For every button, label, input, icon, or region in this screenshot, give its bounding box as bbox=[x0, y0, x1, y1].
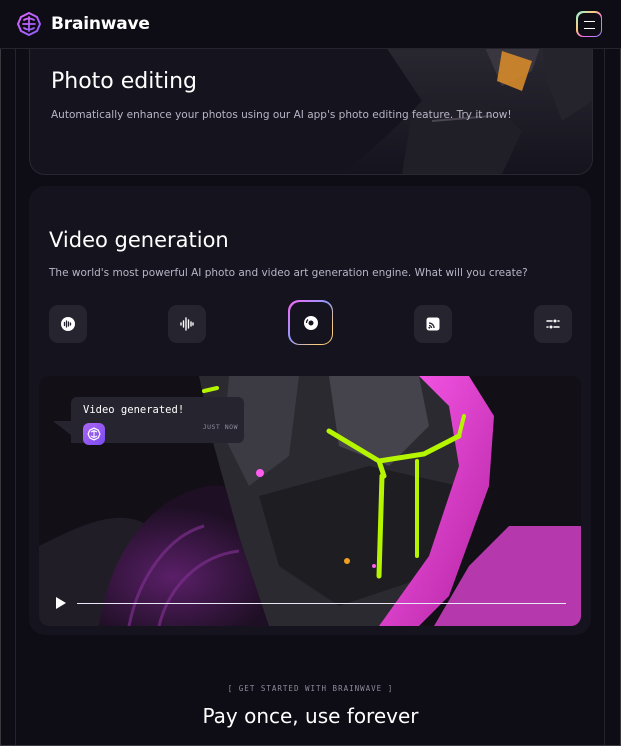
site-header: Brainwave bbox=[0, 0, 621, 49]
brand-name[interactable]: Brainwave bbox=[51, 14, 150, 34]
brainwave-logo-icon[interactable] bbox=[16, 11, 42, 37]
tool-disc[interactable] bbox=[288, 300, 333, 345]
chat-bubble-tail bbox=[53, 421, 71, 435]
cta-eyebrow: [ GET STARTED WITH BRAINWAVE ] bbox=[227, 684, 394, 693]
audio-wave-icon bbox=[180, 317, 194, 331]
hamburger-menu-icon bbox=[577, 12, 601, 36]
divider bbox=[604, 48, 605, 746]
tool-voice-recognition[interactable] bbox=[49, 305, 87, 343]
photo-editing-title: Photo editing bbox=[51, 69, 198, 94]
play-icon[interactable] bbox=[55, 596, 67, 610]
sliders-icon bbox=[546, 318, 560, 330]
menu-button[interactable] bbox=[576, 11, 602, 37]
tool-image-cast[interactable] bbox=[414, 305, 452, 343]
chat-message: Video generated! bbox=[83, 404, 185, 416]
video-progress-bar[interactable] bbox=[77, 603, 566, 604]
photo-editing-card: Photo editing Automatically enhance your… bbox=[29, 40, 593, 175]
video-generation-title: Video generation bbox=[49, 228, 229, 252]
tool-sliders[interactable] bbox=[534, 305, 572, 343]
cta-title: Pay once, use forever bbox=[202, 704, 419, 728]
video-generation-card: Video generation The world's most powerf… bbox=[29, 186, 591, 635]
video-generation-description: The world's most powerful AI photo and v… bbox=[49, 267, 528, 279]
disc-icon bbox=[303, 315, 318, 330]
chat-timestamp: JUST NOW bbox=[202, 423, 238, 431]
avatar bbox=[83, 423, 105, 445]
robot-illustration bbox=[342, 41, 592, 174]
divider bbox=[15, 48, 16, 746]
brainwave-logo-icon bbox=[87, 427, 101, 441]
tool-audio-wave[interactable] bbox=[168, 305, 206, 343]
image-cast-icon bbox=[426, 317, 440, 331]
photo-editing-description: Automatically enhance your photos using … bbox=[51, 109, 512, 121]
video-player[interactable]: Video generated! JUST NOW bbox=[39, 376, 581, 626]
voice-recognition-icon bbox=[61, 317, 75, 331]
